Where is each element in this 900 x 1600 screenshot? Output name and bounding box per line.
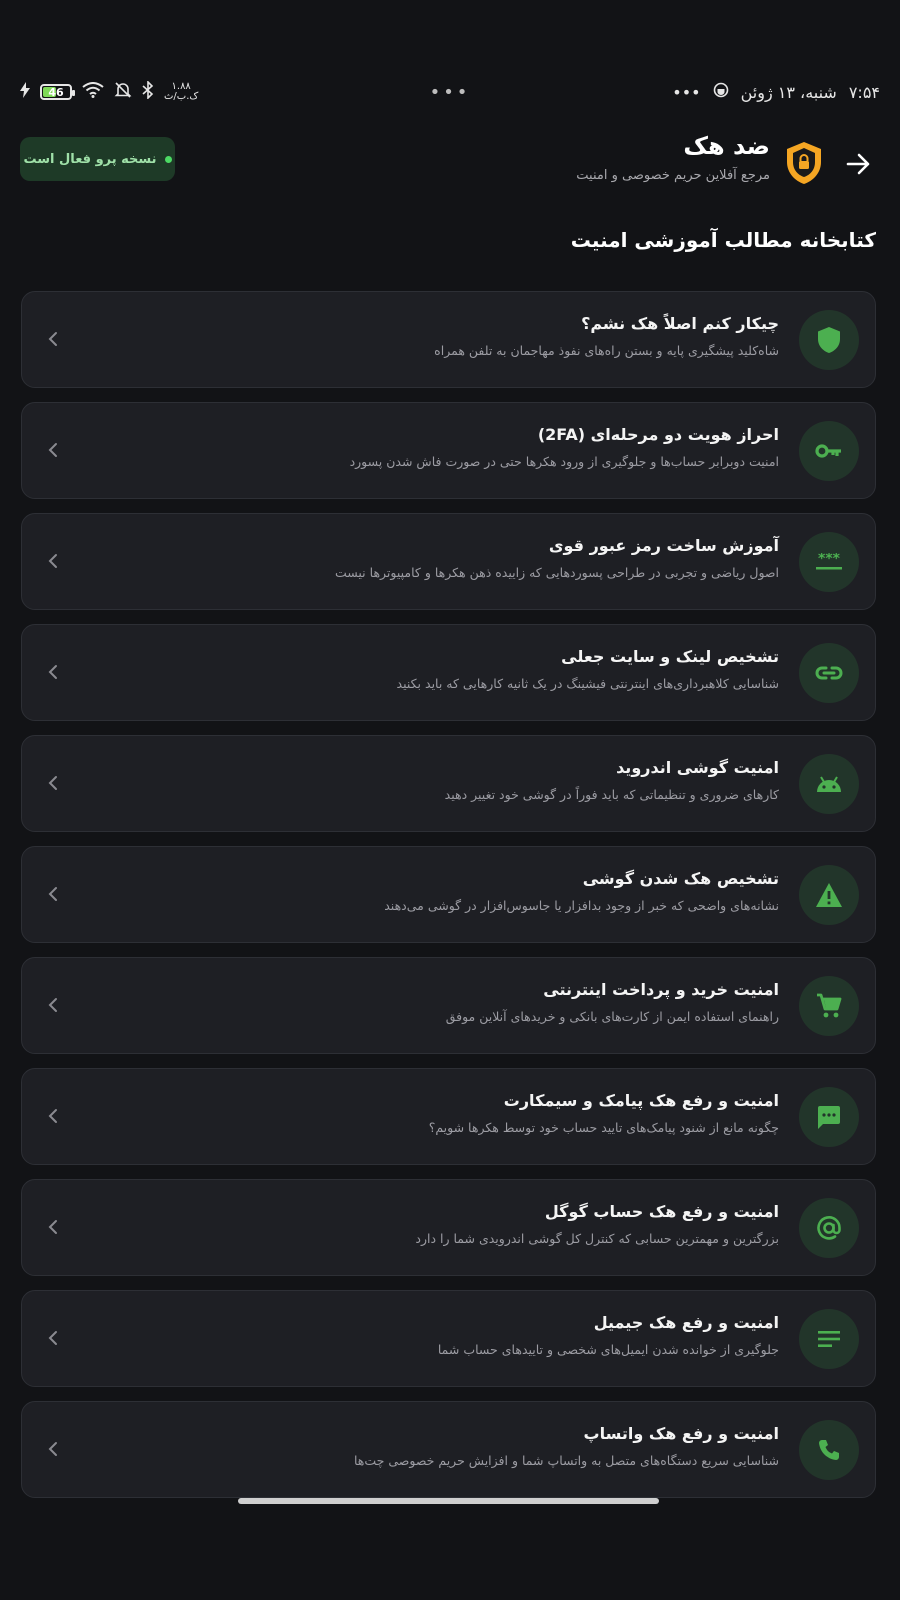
list-item[interactable]: امنیت و رفع هک حساب گوگل بزرگترین و مهمت… <box>21 1179 876 1276</box>
list-item-description: شاه‌کلید پیشگیری پایه و بستن راه‌های نفو… <box>434 343 779 358</box>
chevron-left-icon <box>42 772 64 794</box>
list-item-description: نشانه‌های واضحی که خبر از وجود بدافزار ی… <box>384 898 779 913</box>
status-date: شنبه، ۱۳ ژوئن <box>740 82 837 102</box>
list-item-title: چیکار کنم اصلاً هک نشم؟ <box>581 314 779 333</box>
list-item[interactable]: امنیت و رفع هک واتساپ شناسایی سریع دستگا… <box>21 1401 876 1498</box>
battery-level: 46 <box>48 85 64 99</box>
status-right: ۷:۵۴ شنبه، ۱۳ ژوئن ••• <box>672 82 880 102</box>
arrow-right-icon <box>844 150 872 182</box>
status-bar: 46 ۱.۸۸ ک.ب/ث ••• ۷:۵۴ شنبه، ۱۳ ژوئن ••• <box>20 78 880 106</box>
password-icon: *** <box>799 532 859 592</box>
list-item-description: چگونه مانع از شنود پیامک‌های تایید حساب … <box>428 1120 779 1135</box>
network-speed: ۱.۸۸ ک.ب/ث <box>164 82 198 102</box>
pro-status-dot-icon <box>164 155 172 163</box>
list-item-description: جلوگیری از خوانده شدن ایمیل‌های شخصی و ت… <box>437 1342 779 1357</box>
shield-icon <box>799 310 859 370</box>
list-item-description: راهنمای استفاده ایمن از کارت‌های بانکی و… <box>445 1009 779 1024</box>
status-time: ۷:۵۴ <box>848 82 880 102</box>
list-item[interactable]: تشخیص هک شدن گوشی نشانه‌های واضحی که خبر… <box>21 846 876 943</box>
charging-icon <box>20 82 30 102</box>
list-item-title: تشخیص هک شدن گوشی <box>582 869 779 888</box>
list-item-title: امنیت و رفع هک واتساپ <box>583 1424 779 1443</box>
chevron-left-icon <box>42 439 64 461</box>
list-item-description: شناسایی سریع دستگاه‌های متصل به واتساپ ش… <box>353 1453 779 1468</box>
chevron-left-icon <box>42 661 64 683</box>
svg-text:***: *** <box>818 553 841 567</box>
list-item-description: کارهای ضروری و تنظیماتی که باید فوراً در… <box>444 787 779 802</box>
app-logo-shield-icon <box>784 140 824 186</box>
android-icon <box>799 754 859 814</box>
at-icon <box>799 1198 859 1258</box>
list-item[interactable]: امنیت گوشی اندروید کارهای ضروری و تنظیما… <box>21 735 876 832</box>
pro-status-label: نسخه پرو فعال است <box>23 151 157 167</box>
list-item-description: اصول ریاضی و تجربی در طراحی پسوردهایی که… <box>334 565 779 580</box>
status-icons-left: 46 ۱.۸۸ ک.ب/ث <box>20 80 198 103</box>
status-center-dots: ••• <box>429 81 471 103</box>
chevron-left-icon <box>42 328 64 350</box>
notification-app-icon <box>713 82 729 102</box>
chevron-left-icon <box>42 994 64 1016</box>
list-item-title: احراز هویت دو مرحله‌ای (2FA) <box>537 425 779 444</box>
wifi-icon <box>82 82 104 102</box>
list-item-title: امنیت و رفع هک جیمیل <box>593 1313 779 1332</box>
list-item-description: شناسایی کلاهبرداری‌های اینترنتی فیشینگ د… <box>396 676 779 691</box>
chevron-left-icon <box>42 1105 64 1127</box>
warning-icon <box>799 865 859 925</box>
list-item-title: آموزش ساخت رمز عبور قوی <box>548 536 779 555</box>
message-icon <box>799 1087 859 1147</box>
list-item[interactable]: امنیت خرید و پرداخت اینترنتی راهنمای است… <box>21 957 876 1054</box>
app-subtitle: مرجع آفلاین حریم خصوصی و امنیت <box>576 168 770 183</box>
section-title: کتابخانه مطالب آموزشی امنیت <box>570 228 876 252</box>
key-icon <box>799 421 859 481</box>
chevron-left-icon <box>42 883 64 905</box>
app-title: ضد هک <box>683 132 770 160</box>
list-item[interactable]: احراز هویت دو مرحله‌ای (2FA) امنیت دوبرا… <box>21 402 876 499</box>
list-item-title: امنیت و رفع هک پیامک و سیمکارت <box>503 1091 779 1110</box>
battery-icon: 46 <box>40 84 75 100</box>
list-item-title: تشخیص لینک و سایت جعلی <box>561 647 779 666</box>
chevron-left-icon <box>42 1327 64 1349</box>
bell-muted-icon <box>114 81 132 103</box>
cart-icon <box>799 976 859 1036</box>
list-item-description: امنیت دوبرابر حساب‌ها و جلوگیری از ورود … <box>349 454 779 469</box>
chevron-left-icon <box>42 1216 64 1238</box>
list-item[interactable]: امنیت و رفع هک جیمیل جلوگیری از خوانده ش… <box>21 1290 876 1387</box>
list-item-title: امنیت گوشی اندروید <box>616 758 779 777</box>
list-item-description: بزرگترین و مهمترین حسابی که کنترل کل گوش… <box>415 1231 779 1246</box>
link-icon <box>799 643 859 703</box>
list-item-title: امنیت و رفع هک حساب گوگل <box>544 1202 779 1221</box>
pro-status-badge[interactable]: نسخه پرو فعال است <box>20 137 175 181</box>
list-item[interactable]: *** آموزش ساخت رمز عبور قوی اصول ریاضی و… <box>21 513 876 610</box>
notes-icon <box>799 1309 859 1369</box>
phone-icon <box>799 1420 859 1480</box>
title-block: ضد هک مرجع آفلاین حریم خصوصی و امنیت <box>576 132 770 183</box>
list-item[interactable]: چیکار کنم اصلاً هک نشم؟ شاه‌کلید پیشگیری… <box>21 291 876 388</box>
home-indicator[interactable] <box>238 1498 659 1504</box>
list-item[interactable]: تشخیص لینک و سایت جعلی شناسایی کلاهبردار… <box>21 624 876 721</box>
app-header: ضد هک مرجع آفلاین حریم خصوصی و امنیت نسخ… <box>20 132 880 202</box>
status-more: ••• <box>672 82 701 102</box>
bluetooth-icon <box>142 80 154 103</box>
network-speed-unit: ک.ب/ث <box>164 91 199 102</box>
article-list: چیکار کنم اصلاً هک نشم؟ شاه‌کلید پیشگیری… <box>21 291 876 1512</box>
list-item[interactable]: امنیت و رفع هک پیامک و سیمکارت چگونه مان… <box>21 1068 876 1165</box>
list-item-title: امنیت خرید و پرداخت اینترنتی <box>543 980 779 999</box>
chevron-left-icon <box>42 550 64 572</box>
back-button[interactable] <box>836 144 880 188</box>
chevron-left-icon <box>42 1438 64 1460</box>
